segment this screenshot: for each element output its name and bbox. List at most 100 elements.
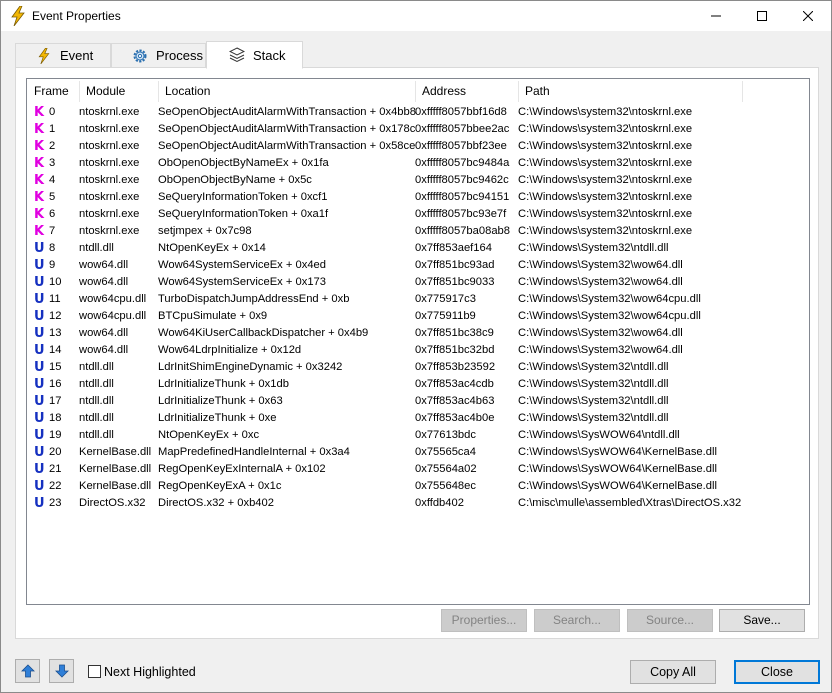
- user-frame-icon: U: [34, 241, 45, 256]
- address-cell: 0xfffff8057bbf16d8: [415, 106, 507, 118]
- user-frame-icon: U: [34, 394, 45, 409]
- table-row[interactable]: U 14 wow64.dll Wow64LdrpInitialize + 0x12d 0…: [27, 342, 809, 359]
- table-row[interactable]: U 12 wow64cpu.dll BTCpuSimulate + 0x9 0x7759…: [27, 308, 809, 325]
- column-header-frame[interactable]: Frame: [27, 79, 79, 104]
- address-cell: 0x7ff851bc9033: [415, 276, 495, 288]
- close-window-button[interactable]: [785, 1, 831, 31]
- source-button[interactable]: Source...: [627, 609, 713, 632]
- table-row[interactable]: K 7 ntoskrnl.exe setjmpex + 0x7c98 0xfffff80…: [27, 223, 809, 240]
- maximize-button[interactable]: [739, 1, 785, 31]
- module-cell: ntdll.dll: [79, 361, 114, 373]
- lightning-icon: [36, 47, 52, 64]
- module-cell: ntoskrnl.exe: [79, 106, 140, 118]
- address-cell: 0x7ff851bc32bd: [415, 344, 495, 356]
- module-cell: wow64.dll: [79, 327, 129, 339]
- minimize-button[interactable]: [693, 1, 739, 31]
- table-row[interactable]: K 0 ntoskrnl.exe SeOpenObjectAuditAlarmWith…: [27, 104, 809, 121]
- location-cell: SeQueryInformationToken + 0xa1f: [158, 208, 329, 220]
- table-row[interactable]: U 19 ntdll.dll NtOpenKeyEx + 0xc 0x77613bdc C…: [27, 427, 809, 444]
- address-cell: 0x7ff851bc93ad: [415, 259, 495, 271]
- location-cell: LdrInitShimEngineDynamic + 0x3242: [158, 361, 343, 373]
- location-cell: BTCpuSimulate + 0x9: [158, 310, 268, 322]
- previous-event-button[interactable]: [15, 659, 40, 683]
- tab-event[interactable]: Event: [15, 43, 111, 67]
- table-row[interactable]: U 13 wow64.dll Wow64KiUserCallbackDispatche…: [27, 325, 809, 342]
- address-cell: 0xfffff8057bc93e7f: [415, 208, 507, 220]
- arrow-down-icon: [54, 664, 69, 678]
- column-divider[interactable]: [742, 81, 743, 102]
- table-row[interactable]: U 17 ntdll.dll LdrInitializeThunk + 0x63 0x7…: [27, 393, 809, 410]
- tab-process[interactable]: Process: [111, 43, 206, 67]
- address-cell: 0xfffff8057bbee2ac: [415, 123, 510, 135]
- path-cell: C:\Windows\System32\wow64.dll: [518, 344, 683, 356]
- table-row[interactable]: K 4 ntoskrnl.exe ObOpenObjectByName + 0x5c 0…: [27, 172, 809, 189]
- lightning-icon: [10, 5, 26, 27]
- table-row[interactable]: U 15 ntdll.dll LdrInitShimEngineDynamic + 0…: [27, 359, 809, 376]
- table-row[interactable]: U 10 wow64.dll Wow64SystemServiceEx + 0x173…: [27, 274, 809, 291]
- path-cell: C:\Windows\SysWOW64\ntdll.dll: [518, 429, 680, 441]
- search-button[interactable]: Search...: [534, 609, 620, 632]
- path-cell: C:\misc\mulle\assembled\Xtras\DirectOS.x…: [518, 497, 742, 509]
- close-icon: [803, 11, 813, 21]
- user-frame-icon: U: [34, 445, 45, 460]
- module-cell: DirectOS.x32: [79, 497, 146, 509]
- location-cell: SeOpenObjectAuditAlarmWithTransaction + …: [158, 123, 416, 135]
- table-row[interactable]: U 22 KernelBase.dll RegOpenKeyExA + 0x1c 0x7…: [27, 478, 809, 495]
- stack-rows: K 0 ntoskrnl.exe SeOpenObjectAuditAlarmWith…: [27, 104, 809, 512]
- column-header-location[interactable]: Location: [158, 79, 415, 104]
- path-cell: C:\Windows\System32\wow64.dll: [518, 276, 683, 288]
- table-row[interactable]: K 5 ntoskrnl.exe SeQueryInformationToken + …: [27, 189, 809, 206]
- save-button[interactable]: Save...: [719, 609, 805, 632]
- table-row[interactable]: K 6 ntoskrnl.exe SeQueryInformationToken + …: [27, 206, 809, 223]
- path-cell: C:\Windows\system32\ntoskrnl.exe: [518, 106, 693, 118]
- table-row[interactable]: U 20 KernelBase.dll MapPredefinedHandleInte…: [27, 444, 809, 461]
- table-row[interactable]: U 18 ntdll.dll LdrInitializeThunk + 0xe 0x7f…: [27, 410, 809, 427]
- stack-listview[interactable]: Frame Module Location Address Path K 0 nto…: [26, 78, 810, 605]
- table-row[interactable]: U 16 ntdll.dll LdrInitializeThunk + 0x1db 0x…: [27, 376, 809, 393]
- next-event-button[interactable]: [49, 659, 74, 683]
- properties-button[interactable]: Properties...: [441, 609, 527, 632]
- module-cell: KernelBase.dll: [79, 446, 152, 458]
- next-highlighted-label[interactable]: Next Highlighted: [104, 665, 196, 679]
- path-cell: C:\Windows\System32\ntdll.dll: [518, 412, 669, 424]
- path-cell: C:\Windows\system32\ntoskrnl.exe: [518, 174, 693, 186]
- copy-all-button[interactable]: Copy All: [630, 660, 716, 684]
- location-cell: LdrInitializeThunk + 0x63: [158, 395, 283, 407]
- user-frame-icon: U: [34, 360, 45, 375]
- user-frame-icon: U: [34, 343, 45, 358]
- table-row[interactable]: K 3 ntoskrnl.exe ObOpenObjectByNameEx + 0x1…: [27, 155, 809, 172]
- user-frame-icon: U: [34, 411, 45, 426]
- address-cell: 0x775911b9: [415, 310, 476, 322]
- location-cell: MapPredefinedHandleInternal + 0x3a4: [158, 446, 350, 458]
- maximize-icon: [757, 11, 767, 21]
- module-cell: ntoskrnl.exe: [79, 225, 140, 237]
- column-header-module[interactable]: Module: [79, 79, 158, 104]
- address-cell: 0xffdb402: [415, 497, 464, 509]
- kernel-frame-icon: K: [34, 224, 45, 239]
- user-frame-icon: U: [34, 496, 45, 511]
- gear-icon: [132, 48, 148, 64]
- table-row[interactable]: U 21 KernelBase.dll RegOpenKeyExInternalA +…: [27, 461, 809, 478]
- title-bar[interactable]: Event Properties: [1, 1, 831, 31]
- path-cell: C:\Windows\System32\wow64.dll: [518, 327, 683, 339]
- table-row[interactable]: U 11 wow64cpu.dll TurboDispatchJumpAddressE…: [27, 291, 809, 308]
- table-row[interactable]: U 9 wow64.dll Wow64SystemServiceEx + 0x4ed 0…: [27, 257, 809, 274]
- path-cell: C:\Windows\system32\ntoskrnl.exe: [518, 191, 693, 203]
- close-button[interactable]: Close: [734, 660, 820, 684]
- column-header-path[interactable]: Path: [518, 79, 742, 104]
- location-cell: LdrInitializeThunk + 0xe: [158, 412, 277, 424]
- table-row[interactable]: U 8 ntdll.dll NtOpenKeyEx + 0x14 0x7ff853aef…: [27, 240, 809, 257]
- tab-process-label: Process: [156, 48, 203, 63]
- user-frame-icon: U: [34, 326, 45, 341]
- table-row[interactable]: U 23 DirectOS.x32 DirectOS.x32 + 0xb402 0xff…: [27, 495, 809, 512]
- table-row[interactable]: K 2 ntoskrnl.exe SeOpenObjectAuditAlarmWith…: [27, 138, 809, 155]
- kernel-frame-icon: K: [34, 105, 45, 120]
- column-header-address[interactable]: Address: [415, 79, 518, 104]
- table-row[interactable]: K 1 ntoskrnl.exe SeOpenObjectAuditAlarmWith…: [27, 121, 809, 138]
- kernel-frame-icon: K: [34, 122, 45, 137]
- path-cell: C:\Windows\system32\ntoskrnl.exe: [518, 225, 693, 237]
- next-highlighted-checkbox[interactable]: [88, 665, 101, 678]
- tab-stack[interactable]: Stack: [206, 41, 303, 69]
- path-cell: C:\Windows\system32\ntoskrnl.exe: [518, 208, 693, 220]
- location-cell: SeOpenObjectAuditAlarmWithTransaction + …: [158, 140, 416, 152]
